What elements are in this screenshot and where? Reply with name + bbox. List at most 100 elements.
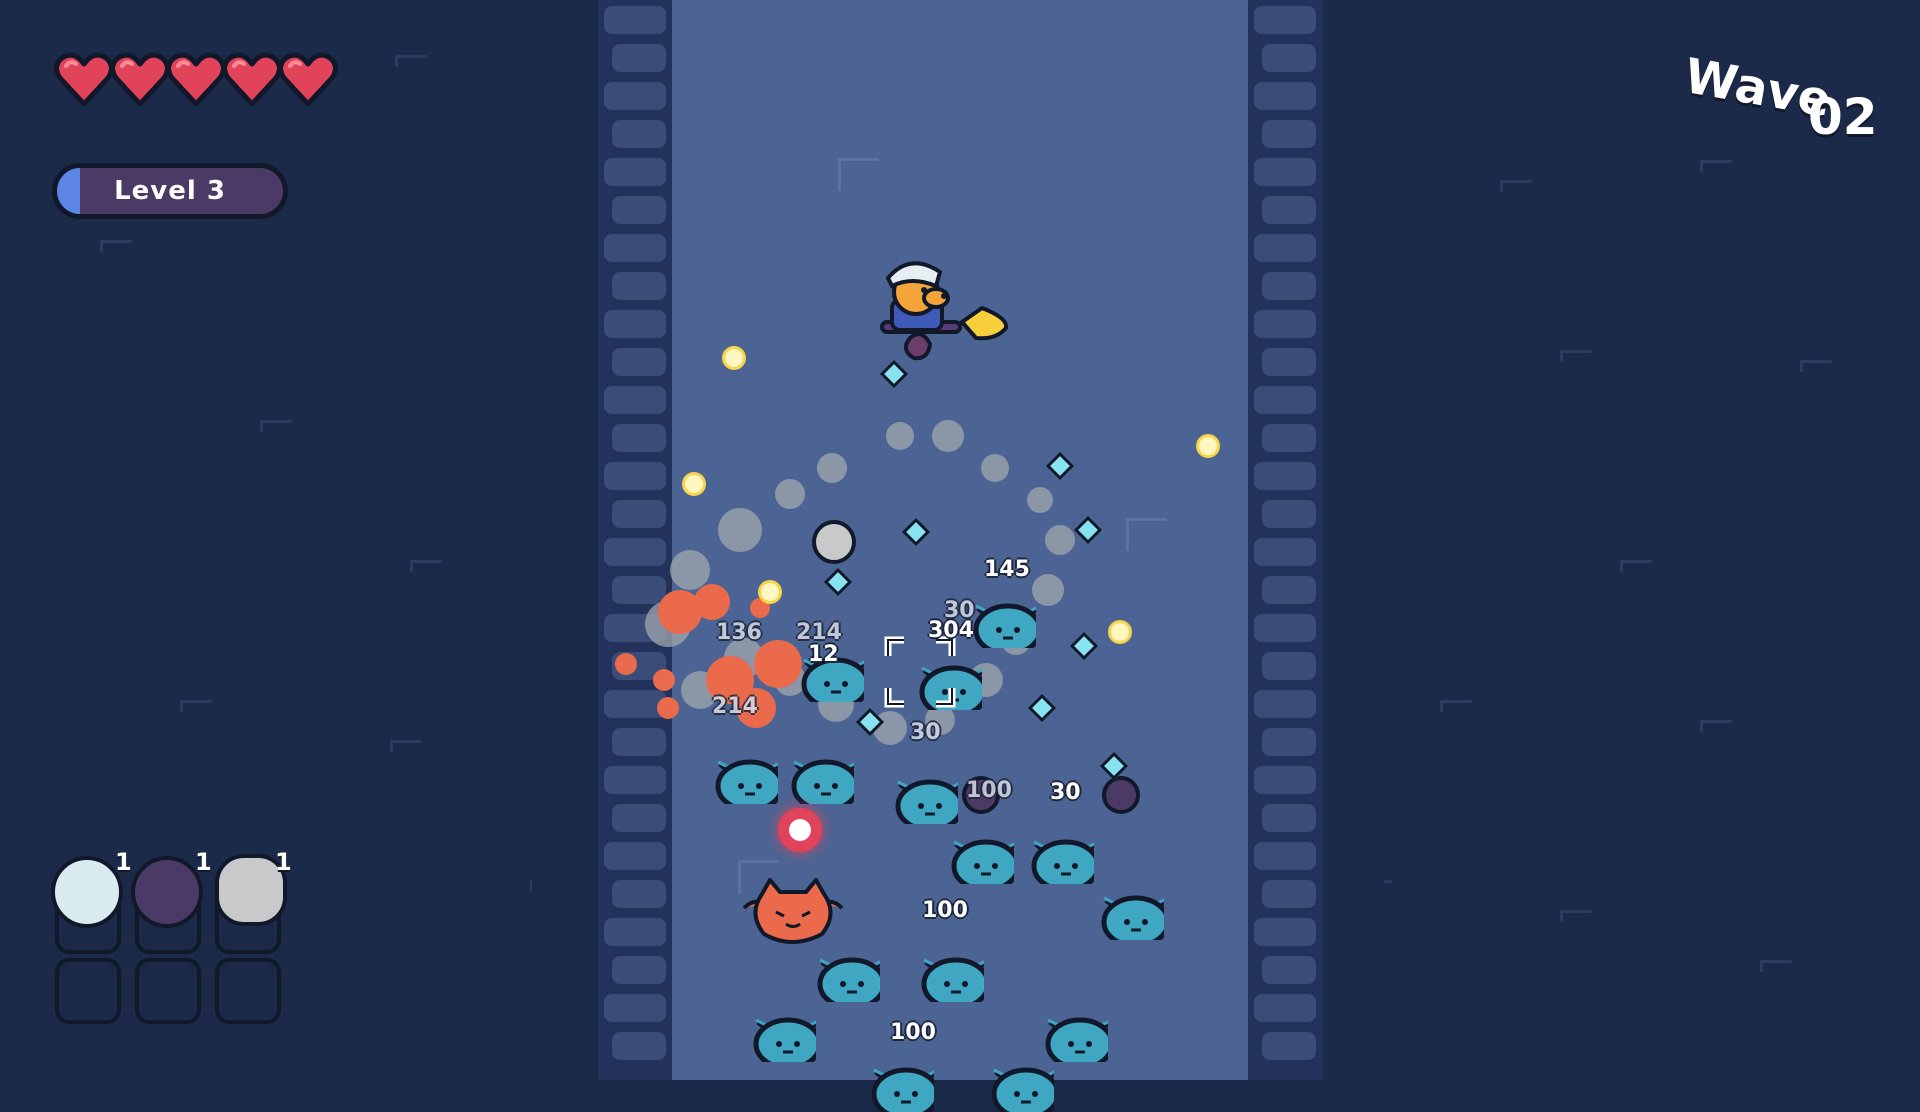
heart-icon (222, 52, 282, 107)
outer-wall-left (532, 0, 592, 1080)
wall-stone (612, 728, 666, 756)
ghost-orb-icon[interactable] (51, 856, 123, 928)
wall-stone (612, 956, 666, 984)
smoke-puff (981, 454, 1009, 482)
stone-wall-left (598, 0, 673, 1080)
wall-stone (1262, 576, 1316, 604)
inventory-slot-empty[interactable] (215, 958, 281, 1024)
damage-number: 30 (910, 720, 941, 745)
wall-stone (612, 880, 666, 908)
fire-burst (653, 669, 675, 691)
smoke-puff (775, 479, 805, 509)
slime-enemy (1101, 895, 1164, 940)
wall-stone (604, 842, 666, 870)
background-brick (1500, 180, 1532, 192)
wall-stone (1254, 842, 1316, 870)
background-brick (1560, 910, 1592, 922)
wall-stone (1262, 44, 1316, 72)
damage-number: 145 (984, 557, 1030, 582)
slime-enemy (895, 779, 958, 824)
smoke-puff (817, 453, 847, 483)
damage-number: 304 (928, 618, 974, 643)
background-brick (1700, 720, 1732, 732)
wall-stone (1262, 272, 1316, 300)
wall-stone (1262, 500, 1316, 528)
wall-stone (1262, 728, 1316, 756)
damage-number: 12 (808, 642, 839, 667)
wall-stone (1262, 956, 1316, 984)
wall-stone (612, 1032, 666, 1060)
wall-stone (1262, 196, 1316, 224)
wave-number: 02 (1808, 88, 1878, 146)
slime-enemy (991, 1067, 1054, 1112)
spark-projectile (1108, 620, 1132, 644)
wall-stone (612, 576, 666, 604)
wall-stone (612, 196, 666, 224)
inventory-slot-empty[interactable] (135, 958, 201, 1024)
fire-burst (694, 584, 730, 620)
fire-cat-enemy (742, 878, 844, 944)
wall-stone (612, 424, 666, 452)
item-count: 1 (115, 848, 132, 876)
fire-burst (657, 697, 679, 719)
smoke-puff (932, 420, 964, 452)
heart-icon (278, 52, 338, 107)
level-bar: Level 3 (52, 163, 288, 219)
wall-stone (612, 272, 666, 300)
wall-stone (1262, 880, 1316, 908)
wall-stone (612, 348, 666, 376)
background-brick (390, 740, 422, 752)
spark-projectile (758, 580, 782, 604)
stone-wall-right (1248, 0, 1323, 1080)
outer-wall-right (1324, 0, 1384, 1080)
wall-stone (612, 44, 666, 72)
wall-stone (1254, 690, 1316, 718)
wall-stone (604, 918, 666, 946)
wave-indicator: Wave 02 (1680, 48, 1890, 146)
enemy-projectile (778, 808, 822, 852)
inventory-slot-empty[interactable] (55, 958, 121, 1024)
damage-number: 136 (716, 620, 762, 645)
wall-stone (1254, 614, 1316, 642)
level-label: Level 3 (114, 176, 226, 206)
background-brick (1560, 350, 1592, 362)
spiked-orb-projectile (1102, 776, 1140, 814)
wall-stone (612, 804, 666, 832)
wall-stone (1254, 766, 1316, 794)
wall-stone (604, 234, 666, 262)
background-brick (395, 55, 427, 67)
smoke-puff (1032, 574, 1064, 606)
fire-burst (754, 640, 802, 688)
wall-stone (1254, 386, 1316, 414)
wall-stone (604, 6, 666, 34)
smoke-puff (1045, 525, 1075, 555)
inventory-panel: 1 1 1 (51, 848, 295, 1028)
wall-stone (612, 500, 666, 528)
wall-stone (612, 120, 666, 148)
wall-stone (1254, 310, 1316, 338)
wall-stone (1262, 120, 1316, 148)
damage-number: 100 (966, 778, 1012, 803)
damage-number: 214 (712, 694, 758, 719)
heart-icon (166, 52, 226, 107)
heart-icon (54, 52, 114, 107)
wall-stone (604, 158, 666, 186)
background-brick (1700, 160, 1732, 172)
wall-stone (1254, 918, 1316, 946)
wall-stone (1254, 538, 1316, 566)
spiked-orb-icon[interactable] (131, 856, 203, 928)
heart-icon (110, 52, 170, 107)
smoke-puff (670, 550, 710, 590)
slime-enemy (921, 957, 984, 1002)
slime-enemy (715, 759, 778, 804)
background-brick (180, 700, 212, 712)
item-count: 1 (275, 848, 292, 876)
wall-stone (604, 386, 666, 414)
wall-stone (1254, 994, 1316, 1022)
smoke-puff (718, 508, 762, 552)
wall-stone (604, 766, 666, 794)
smoke-puff (1027, 487, 1053, 513)
slime-enemy (817, 957, 880, 1002)
floor-mark (838, 158, 879, 191)
background-brick (100, 240, 132, 252)
